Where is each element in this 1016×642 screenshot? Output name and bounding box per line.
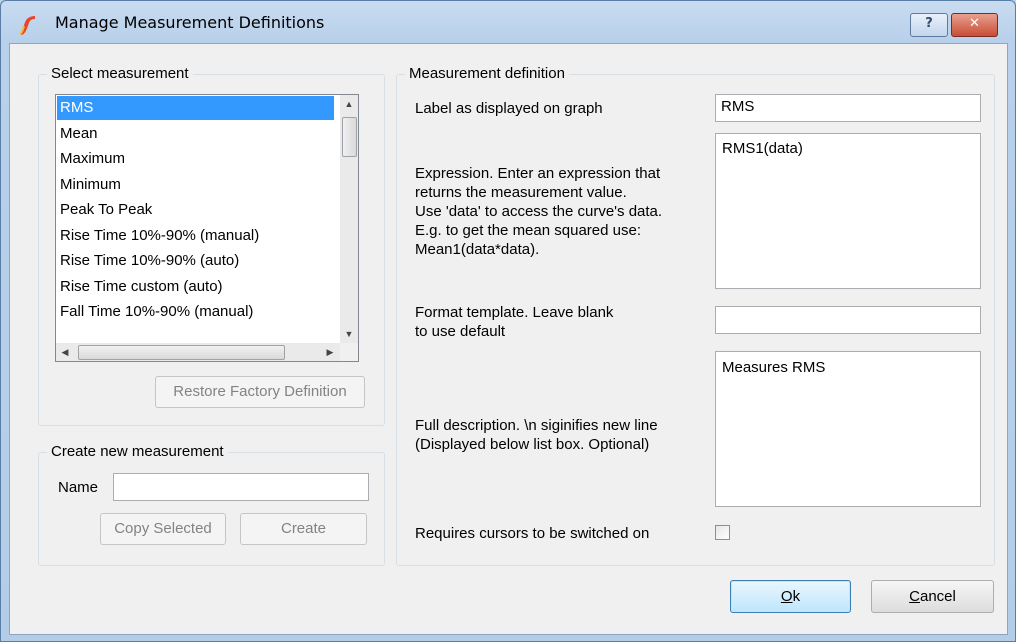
ok-button[interactable]: Ok xyxy=(730,580,851,613)
copy-selected-button[interactable]: Copy Selected xyxy=(100,513,226,545)
name-label: Name xyxy=(58,479,99,496)
measurement-list-item[interactable]: Peak To Peak xyxy=(57,198,334,222)
cancel-button[interactable]: Cancel xyxy=(871,580,994,613)
format-template-caption: Format template. Leave blank to use defa… xyxy=(415,304,614,340)
dialog-window: Manage Measurement Definitions ? ✕ Selec… xyxy=(0,0,1016,642)
help-button[interactable]: ? xyxy=(910,13,948,37)
format-template-input[interactable] xyxy=(715,306,981,334)
description-caption: Full description. \n siginifies new line… xyxy=(415,417,658,453)
measurement-definition-legend: Measurement definition xyxy=(405,65,569,82)
create-button[interactable]: Create xyxy=(240,513,367,545)
label-caption: Label as displayed on graph xyxy=(415,100,603,117)
requires-cursors-checkbox[interactable] xyxy=(715,525,730,540)
close-icon: ✕ xyxy=(969,16,980,31)
scroll-right-arrow-icon[interactable]: ▶ xyxy=(321,343,339,361)
title-bar[interactable]: Manage Measurement Definitions ? ✕ xyxy=(1,1,1015,43)
vertical-scrollbar[interactable]: ▲ ▼ xyxy=(340,95,358,343)
label-input[interactable]: RMS xyxy=(715,94,981,122)
scroll-left-arrow-icon[interactable]: ◀ xyxy=(56,343,74,361)
select-measurement-group: Select measurement RMS Mean Maximum Minimum… xyxy=(38,65,385,426)
expression-caption: Expression. Enter an expression that ret… xyxy=(415,165,663,258)
new-measurement-name-input[interactable] xyxy=(113,473,369,501)
measurement-list-item[interactable]: RMS xyxy=(57,96,334,120)
requires-cursors-caption: Requires cursors to be switched on xyxy=(415,525,650,542)
help-icon: ? xyxy=(925,16,933,31)
scroll-up-arrow-icon[interactable]: ▲ xyxy=(340,95,358,113)
measurement-list-item[interactable]: Maximum xyxy=(57,147,334,171)
measurement-list-item[interactable]: Fall Time 10%-90% (manual) xyxy=(57,300,334,324)
scroll-down-arrow-icon[interactable]: ▼ xyxy=(340,325,358,343)
scroll-corner xyxy=(340,343,358,361)
ok-accelerator: O xyxy=(780,588,793,605)
dialog-body: Select measurement RMS Mean Maximum Minimum… xyxy=(9,43,1008,635)
measurement-list-item[interactable]: Rise Time custom (auto) xyxy=(57,275,334,299)
measurement-definition-group: Measurement definition Label as displaye… xyxy=(396,65,995,566)
close-button[interactable]: ✕ xyxy=(951,13,998,37)
measurement-list-item[interactable]: Rise Time 10%-90% (auto) xyxy=(57,249,334,273)
select-measurement-legend: Select measurement xyxy=(47,65,193,82)
measurement-listbox[interactable]: RMS Mean Maximum Minimum Peak To Peak Rise Ti… xyxy=(55,94,359,362)
create-measurement-group: Create new measurement Name Copy Selecte… xyxy=(38,443,385,566)
expression-textarea[interactable]: RMS1(data) xyxy=(715,133,981,289)
restore-factory-definition-button[interactable]: Restore Factory Definition xyxy=(155,376,365,408)
cancel-label: ancel xyxy=(919,588,956,605)
measurement-list-item[interactable]: Mean xyxy=(57,122,334,146)
horizontal-scroll-thumb[interactable] xyxy=(78,345,285,360)
app-logo-icon xyxy=(19,16,35,35)
description-textarea[interactable]: Measures RMS xyxy=(715,351,981,507)
cancel-accelerator: C xyxy=(909,588,920,605)
vertical-scroll-thumb[interactable] xyxy=(342,117,357,157)
ok-label: k xyxy=(792,588,801,605)
measurement-list-item[interactable]: Minimum xyxy=(57,173,334,197)
measurement-list-item[interactable]: Rise Time 10%-90% (manual) xyxy=(57,224,334,248)
create-measurement-legend: Create new measurement xyxy=(47,443,228,460)
horizontal-scrollbar[interactable]: ◀ ▶ xyxy=(56,343,340,361)
window-title: Manage Measurement Definitions xyxy=(55,13,325,32)
